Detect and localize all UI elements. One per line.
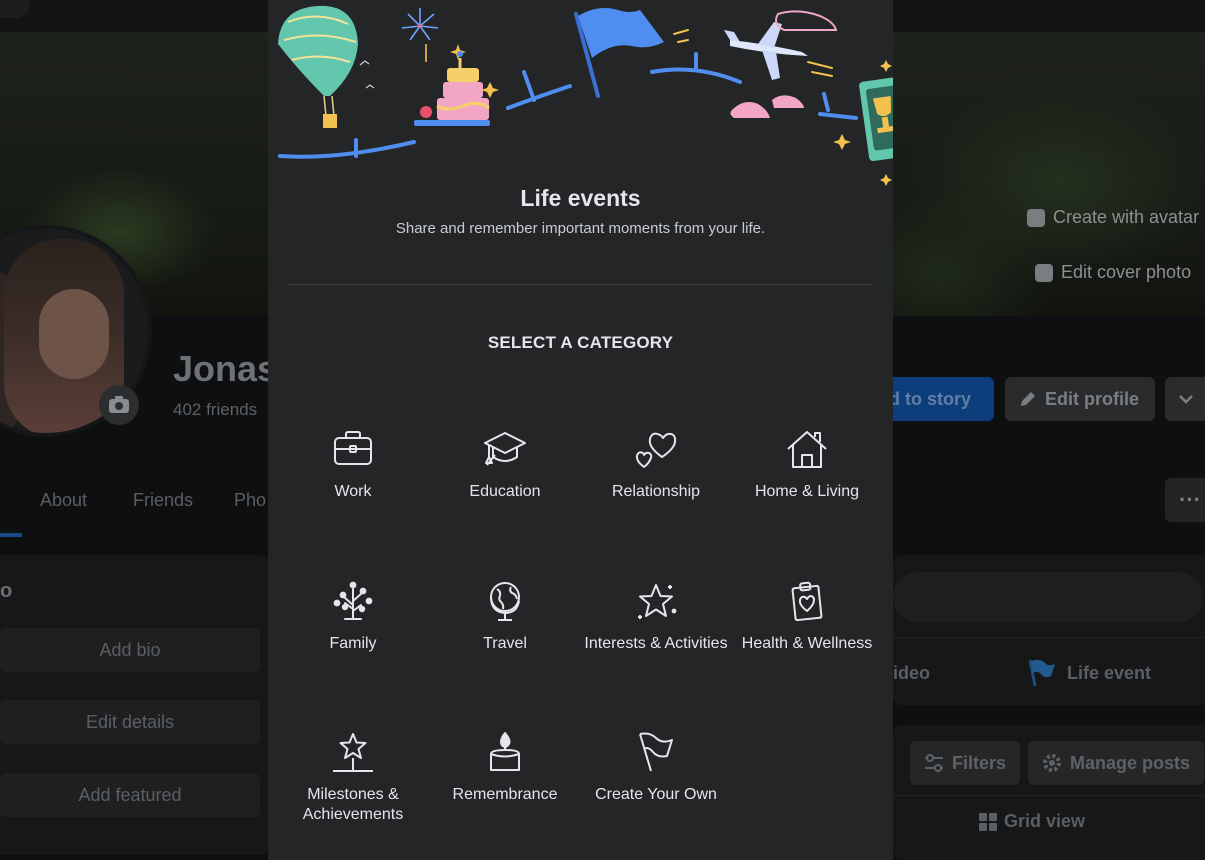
clipboard-heart-icon xyxy=(791,581,823,622)
grid-icon xyxy=(979,812,997,831)
category-heading: SELECT A CATEGORY xyxy=(487,333,674,352)
category-milestones-achievements-label: Milestones & Achievements xyxy=(302,786,404,823)
top-bar-pill xyxy=(0,0,30,18)
sliders-icon xyxy=(925,754,943,772)
camera-icon xyxy=(1035,263,1053,282)
video-button[interactable]: ideo xyxy=(893,663,930,684)
dialog-title: Life events xyxy=(520,185,641,211)
add-featured-button[interactable]: Add featured xyxy=(0,773,260,817)
dialog-divider xyxy=(288,284,873,285)
category-relationship-label: Relationship xyxy=(611,483,701,500)
life-events-dialog: Life events Share and remember important… xyxy=(268,0,893,860)
tabs-more-button[interactable]: ··· xyxy=(1165,478,1205,522)
edit-cover-photo-button[interactable]: Edit cover photo xyxy=(1035,262,1191,283)
category-health-wellness-label: Health & Wellness xyxy=(741,635,873,652)
dialog-subtitle: Share and remember important moments fro… xyxy=(395,220,766,237)
briefcase-icon xyxy=(334,431,372,465)
category-home-living[interactable]: Home & Living xyxy=(732,427,882,502)
category-relationship[interactable]: Relationship xyxy=(581,427,731,502)
candle-icon xyxy=(490,732,520,771)
edit-profile-button[interactable]: Edit profile xyxy=(1005,377,1155,421)
category-travel-label: Travel xyxy=(483,635,527,652)
add-featured-label: Add featured xyxy=(78,784,182,805)
tree-icon xyxy=(333,581,373,620)
category-travel[interactable]: Travel xyxy=(430,579,580,654)
composer-divider xyxy=(893,637,1205,638)
category-work[interactable]: Work xyxy=(278,427,428,502)
life-event-button[interactable]: Life event xyxy=(1027,658,1151,688)
life-events-illustration xyxy=(278,5,893,186)
add-bio-button[interactable]: Add bio xyxy=(0,628,260,672)
add-to-story-label: ld to story xyxy=(884,388,972,409)
avatar-icon xyxy=(1027,208,1045,227)
create-with-avatar-label: Create with avatar xyxy=(1053,207,1200,227)
star-trophy-icon xyxy=(333,733,373,772)
filters-button[interactable]: Filters xyxy=(910,741,1021,785)
category-family[interactable]: Family xyxy=(278,579,428,654)
intro-heading: o xyxy=(0,580,13,602)
gear-icon xyxy=(1043,754,1061,772)
hearts-icon xyxy=(635,432,677,468)
avatar-camera-button[interactable] xyxy=(99,385,139,425)
category-create-your-own[interactable]: Create Your Own xyxy=(581,730,731,805)
life-event-label: Life event xyxy=(1067,662,1152,683)
graduation-cap-icon xyxy=(484,432,526,466)
category-interests-activities-label: Interests & Activities xyxy=(584,635,728,652)
grid-view-button[interactable]: Grid view xyxy=(978,811,1085,832)
camera-icon xyxy=(109,396,129,413)
house-icon xyxy=(787,431,827,468)
grid-view-label: Grid view xyxy=(1004,811,1086,831)
flag-icon xyxy=(639,732,673,772)
filters-label: Filters xyxy=(952,752,1007,773)
create-with-avatar-button[interactable]: Create with avatar xyxy=(1027,207,1199,228)
edit-profile-label: Edit profile xyxy=(1045,388,1139,409)
more-actions-button[interactable] xyxy=(1165,377,1205,421)
friends-count[interactable]: 402 friends xyxy=(173,400,257,420)
manage-posts-label: Manage posts xyxy=(1070,752,1191,773)
manage-posts-button[interactable]: Manage posts xyxy=(1028,741,1205,785)
flag-icon xyxy=(1028,659,1055,687)
profile-name: Jonas xyxy=(173,348,278,389)
category-create-your-own-label: Create Your Own xyxy=(595,786,717,803)
ellipsis-icon: ··· xyxy=(1179,487,1201,512)
add-bio-label: Add bio xyxy=(99,639,161,660)
category-work-label: Work xyxy=(334,483,372,500)
edit-details-button[interactable]: Edit details xyxy=(0,700,260,744)
composer-input[interactable] xyxy=(893,572,1203,622)
category-education[interactable]: Education xyxy=(430,427,580,502)
category-remembrance-label: Remembrance xyxy=(452,786,558,803)
category-family-label: Family xyxy=(329,635,377,652)
video-label: ideo xyxy=(893,663,931,683)
category-health-wellness[interactable]: Health & Wellness xyxy=(732,579,882,654)
posts-divider xyxy=(893,795,1205,796)
tab-friends[interactable]: Friends xyxy=(133,490,193,511)
tab-about[interactable]: About xyxy=(40,490,87,511)
sparkle-star-icon xyxy=(638,584,677,619)
category-home-living-label: Home & Living xyxy=(754,483,860,500)
edit-cover-photo-label: Edit cover photo xyxy=(1061,262,1192,282)
pencil-icon xyxy=(1021,392,1035,406)
tab-photos[interactable]: Pho xyxy=(234,490,266,511)
active-tab-indicator xyxy=(0,533,22,537)
globe-icon xyxy=(490,582,520,621)
chevron-down-icon xyxy=(1179,395,1193,404)
category-remembrance[interactable]: Remembrance xyxy=(430,730,580,805)
edit-details-label: Edit details xyxy=(85,711,175,732)
category-interests-activities[interactable]: Interests & Activities xyxy=(581,579,731,654)
category-education-label: Education xyxy=(469,483,541,500)
category-milestones-achievements[interactable]: Milestones & Achievements xyxy=(278,730,428,825)
